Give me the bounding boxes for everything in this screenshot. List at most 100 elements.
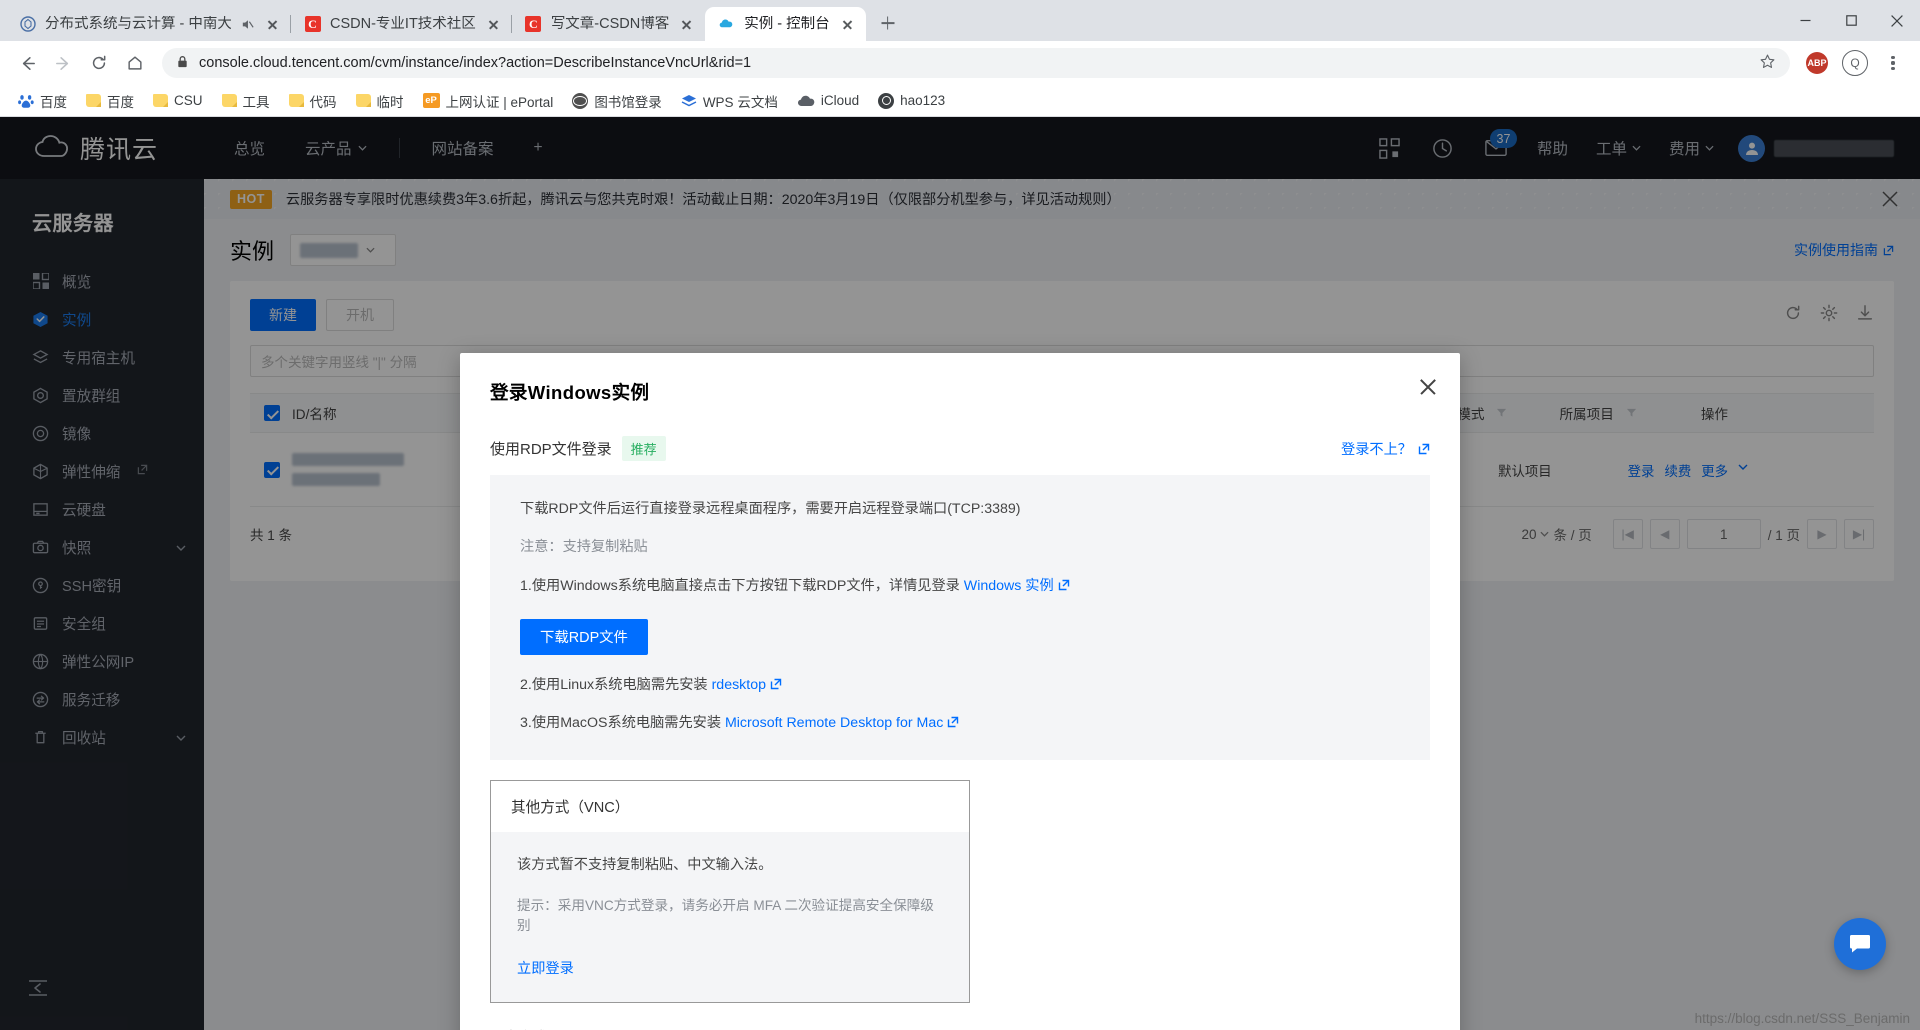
external-link-icon xyxy=(947,714,959,726)
browser-tab-0[interactable]: 分布式系统与云计算 - 中南大 xyxy=(6,7,291,41)
vnc-line-1: 该方式暂不支持复制粘贴、中文输入法。 xyxy=(517,854,943,874)
eportal-icon: eP xyxy=(423,93,440,108)
step2-text: 2.使用Linux系统电脑需先安装 xyxy=(520,677,712,693)
external-link-icon xyxy=(1418,443,1430,455)
bookmark-item[interactable]: 代码 xyxy=(281,87,345,115)
folder-icon xyxy=(86,94,101,107)
bookmark-item[interactable]: WPS 云文档 xyxy=(673,87,786,115)
browser-toolbar: console.cloud.tencent.com/cvm/instance/i… xyxy=(0,41,1920,85)
profile-avatar: Q xyxy=(1842,50,1868,76)
minimize-button[interactable] xyxy=(1782,0,1828,41)
tab-close-icon[interactable] xyxy=(264,16,281,33)
bookmark-label: 工具 xyxy=(243,91,270,111)
browser-tab-3[interactable]: 实例 - 控制台 xyxy=(705,7,865,41)
bookmark-label: CSU xyxy=(174,93,203,108)
download-rdp-button[interactable]: 下载RDP文件 xyxy=(520,619,648,655)
bookmark-label: 图书馆登录 xyxy=(594,91,662,111)
vnc-section-body: 该方式暂不支持复制粘贴、中文输入法。 提示：采用VNC方式登录，请务必开启 MF… xyxy=(491,832,969,1002)
bookmark-label: 上网认证 | ePortal xyxy=(446,91,554,111)
browser-tab-1[interactable]: C CSDN-专业IT技术社区 xyxy=(291,7,512,41)
forward-button[interactable] xyxy=(46,46,80,80)
adblock-badge: ABP xyxy=(1806,52,1828,74)
msrdp-mac-link[interactable]: Microsoft Remote Desktop for Mac xyxy=(725,715,943,731)
bookmark-item[interactable]: 百度 xyxy=(78,87,142,115)
bookmark-label: 代码 xyxy=(310,91,337,111)
bookmark-star-icon[interactable] xyxy=(1759,53,1776,74)
hao123-icon xyxy=(878,93,894,109)
bookmark-item[interactable]: iCloud xyxy=(789,89,867,112)
recommended-badge: 推荐 xyxy=(622,436,666,461)
bookmark-item[interactable]: 临时 xyxy=(348,87,412,115)
chat-support-button[interactable] xyxy=(1834,918,1886,970)
vnc-login-link[interactable]: 立即登录 xyxy=(517,961,574,977)
bookmark-item[interactable]: 工具 xyxy=(214,87,278,115)
bookmark-item[interactable]: 百度 xyxy=(10,87,75,115)
csdn-icon: C xyxy=(304,16,321,33)
rdp-instructions-block: 下载RDP文件后运行直接登录远程桌面程序，需要开启远程登录端口(TCP:3389… xyxy=(490,475,1430,760)
bookmark-label: WPS 云文档 xyxy=(703,91,778,111)
tab-strip: 分布式系统与云计算 - 中南大 C CSDN-专业IT技术社区 C 写文章-CS… xyxy=(0,0,1920,41)
tencent-cloud-icon xyxy=(718,16,735,33)
windows-instance-link[interactable]: Windows 实例 xyxy=(964,578,1054,594)
folder-icon xyxy=(356,94,371,107)
external-link-icon xyxy=(1058,577,1070,589)
address-bar[interactable]: console.cloud.tencent.com/cvm/instance/i… xyxy=(162,48,1790,78)
folder-icon xyxy=(222,94,237,107)
rdp-section-header: 使用RDP文件登录 推荐 登录不上？ xyxy=(490,436,1430,461)
bookmark-item[interactable]: CSU xyxy=(145,89,211,112)
tab-close-icon[interactable] xyxy=(839,16,856,33)
modal-close-icon[interactable] xyxy=(1418,377,1438,397)
bookmark-label: 百度 xyxy=(107,91,134,111)
adblock-plus-button[interactable]: ABP xyxy=(1800,46,1834,80)
browser-tab-2[interactable]: C 写文章-CSDN博客 xyxy=(512,7,705,41)
maximize-button[interactable] xyxy=(1828,0,1874,41)
tab-mute-icon[interactable] xyxy=(240,17,255,32)
reload-button[interactable] xyxy=(82,46,116,80)
bookmark-label: 临时 xyxy=(377,91,404,111)
vnc-login-row: 立即登录 xyxy=(517,958,943,978)
tab-title: 实例 - 控制台 xyxy=(744,16,829,33)
tab-title: 写文章-CSDN博客 xyxy=(551,16,669,33)
bookmark-item[interactable]: 图书馆登录 xyxy=(564,87,670,115)
external-link-icon xyxy=(770,676,782,688)
rdp-note-line: 注意：支持复制粘贴 xyxy=(520,537,1400,558)
csdn-icon: C xyxy=(525,16,542,33)
chat-icon xyxy=(1848,933,1872,955)
modal-title: 登录Windows实例 xyxy=(490,379,1430,405)
rdp-section-label: 使用RDP文件登录 xyxy=(490,438,612,459)
login-help-link[interactable]: 登录不上？ xyxy=(1341,439,1430,459)
help-link-label: 登录不上？ xyxy=(1341,439,1412,459)
rdp-intro-line: 下载RDP文件后运行直接登录远程桌面程序，需要开启远程登录端口(TCP:3389… xyxy=(520,499,1400,520)
globe-icon xyxy=(572,93,588,109)
close-window-button[interactable] xyxy=(1874,0,1920,41)
icloud-icon xyxy=(797,95,815,107)
bookmark-label: hao123 xyxy=(900,93,945,108)
home-button[interactable] xyxy=(118,46,152,80)
chrome-menu-button[interactable] xyxy=(1876,46,1910,80)
bookmark-label: 百度 xyxy=(40,91,67,111)
wps-icon xyxy=(681,94,697,108)
csu-shield-icon xyxy=(19,16,36,33)
profile-button[interactable]: Q xyxy=(1838,46,1872,80)
folder-icon xyxy=(153,94,168,107)
address-bar-url: console.cloud.tencent.com/cvm/instance/i… xyxy=(199,55,1749,71)
step1-text: 1.使用Windows系统电脑直接点击下方按钮下载RDP文件，详情见登录 xyxy=(520,578,964,594)
rdp-step-2: 2.使用Linux系统电脑需先安装 rdesktop xyxy=(520,675,1400,696)
bookmark-item[interactable]: hao123 xyxy=(870,89,953,113)
kebab-menu-icon xyxy=(1880,56,1906,71)
login-windows-modal: 登录Windows实例 使用RDP文件登录 推荐 登录不上？ 下载RDP文件后运… xyxy=(460,353,1460,1030)
bookmark-item[interactable]: eP 上网认证 | ePortal xyxy=(415,87,562,115)
lock-icon xyxy=(176,55,189,72)
bookmarks-bar: 百度 百度 CSU 工具 代码 临时 eP 上网认证 | ePortal 图书馆 xyxy=(0,85,1920,117)
baidu-icon xyxy=(18,93,34,109)
tab-close-icon[interactable] xyxy=(678,16,695,33)
rdp-step-1: 1.使用Windows系统电脑直接点击下方按钮下载RDP文件，详情见登录 Win… xyxy=(520,576,1400,597)
rdp-step-3: 3.使用MacOS系统电脑需先安装 Microsoft Remote Deskt… xyxy=(520,713,1400,734)
vnc-section-header: 其他方式（VNC） xyxy=(491,781,969,832)
tab-close-icon[interactable] xyxy=(485,16,502,33)
bookmark-label: iCloud xyxy=(821,93,859,108)
rdesktop-link[interactable]: rdesktop xyxy=(712,677,766,693)
status-bar-url: https://blog.csdn.net/SSS_Benjamin xyxy=(1695,1011,1910,1026)
back-button[interactable] xyxy=(10,46,44,80)
new-tab-button[interactable] xyxy=(874,9,902,37)
